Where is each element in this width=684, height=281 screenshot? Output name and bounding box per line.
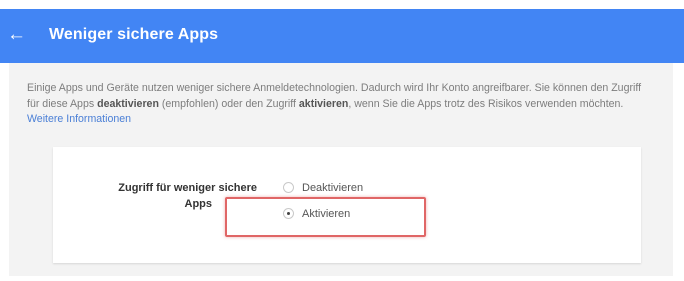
radio-label-deactivate[interactable]: Deaktivieren	[302, 180, 363, 196]
page-title: Weniger sichere Apps	[49, 26, 219, 43]
intro-text-part3: , wenn Sie die Apps trotz des Risikos ve…	[348, 97, 624, 110]
highlight-box	[225, 197, 426, 237]
intro-text: Einige Apps und Geräte nutzen weniger si…	[27, 81, 647, 128]
app-header: ← Weniger sichere Apps	[0, 9, 684, 63]
intro-text-part2: (empfohlen) oder den Zugriff	[158, 97, 299, 110]
intro-bold-activate: aktivieren	[298, 97, 349, 110]
settings-card: Zugriff für weniger sichere Apps Deaktiv…	[53, 147, 641, 263]
radio-button-unchecked[interactable]	[283, 182, 294, 193]
setting-label-line1: Zugriff für weniger sichere	[118, 182, 257, 194]
content-area: Einige Apps und Geräte nutzen weniger si…	[9, 63, 673, 276]
intro-bold-deactivate: deaktivieren	[97, 97, 159, 110]
arrow-left-icon[interactable]: ←	[7, 23, 27, 47]
more-info-link[interactable]: Weitere Informationen	[27, 113, 131, 125]
